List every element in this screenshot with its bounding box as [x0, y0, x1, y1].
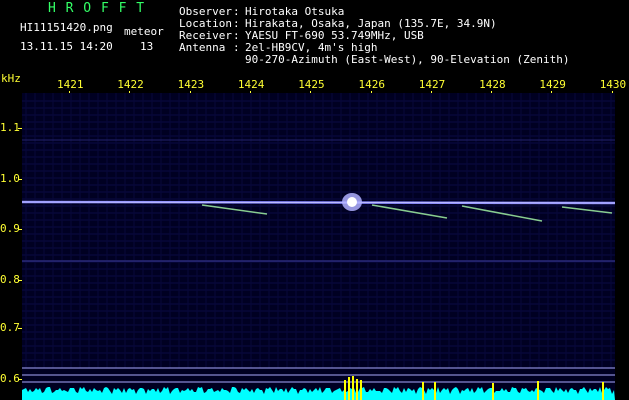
meteor-burst-core — [347, 197, 357, 207]
time-tick-label: 1423 — [177, 78, 205, 91]
signal-peak — [492, 383, 494, 400]
signal-peak — [352, 376, 354, 400]
signal-peak — [360, 380, 362, 400]
time-tick-label: 1428 — [479, 78, 506, 91]
echo-streak — [561, 206, 613, 214]
time-tick-label: 1424 — [237, 78, 265, 91]
freq-tick-label: 0.9 — [0, 222, 20, 235]
file-name: HI11151420.png — [20, 21, 113, 34]
signal-peak — [356, 379, 358, 400]
time-tick-label: 1430 — [599, 78, 627, 91]
signal-peak — [434, 382, 436, 400]
antenna-label: Antenna — [179, 41, 226, 54]
noise-floor — [22, 387, 615, 400]
signal-peak — [422, 382, 424, 400]
signal-peak — [537, 381, 539, 400]
freq-tick-label: 1.0 — [0, 172, 20, 185]
echo-streak — [371, 204, 448, 219]
freq-tick-label: 1.1 — [0, 121, 20, 134]
antenna-sep: : — [233, 41, 240, 54]
counter-value: 13 — [140, 40, 154, 53]
freq-tick-label: 0.7 — [0, 321, 20, 334]
time-tick-label: 1422 — [117, 78, 144, 91]
signal-peak — [348, 377, 350, 400]
antenna-value-2: 90-270-Azimuth (East-West), 90-Elevation… — [245, 53, 570, 66]
counter-label: meteor — [124, 25, 164, 38]
time-tick-label: 1421 — [57, 78, 84, 91]
app-title: H R O F F T — [48, 1, 146, 16]
time-tick-label: 1427 — [418, 78, 446, 91]
spectrogram-plot — [22, 93, 615, 400]
time-tick-label: 1425 — [298, 78, 325, 91]
signal-peak — [602, 382, 604, 400]
freq-tick-label: 0.8 — [0, 273, 20, 286]
spectrogram-canvas — [22, 93, 615, 400]
freq-unit-label: kHz — [1, 72, 21, 85]
time-tick-label: 1429 — [539, 78, 566, 91]
header-panel: H R O F F T HI11151420.png meteor 13.11.… — [0, 0, 629, 70]
signal-peak — [344, 380, 346, 400]
datetime: 13.11.15 14:20 — [20, 40, 113, 53]
freq-tick-label: 0.6 — [0, 372, 20, 385]
time-tick-label: 1426 — [358, 78, 386, 91]
